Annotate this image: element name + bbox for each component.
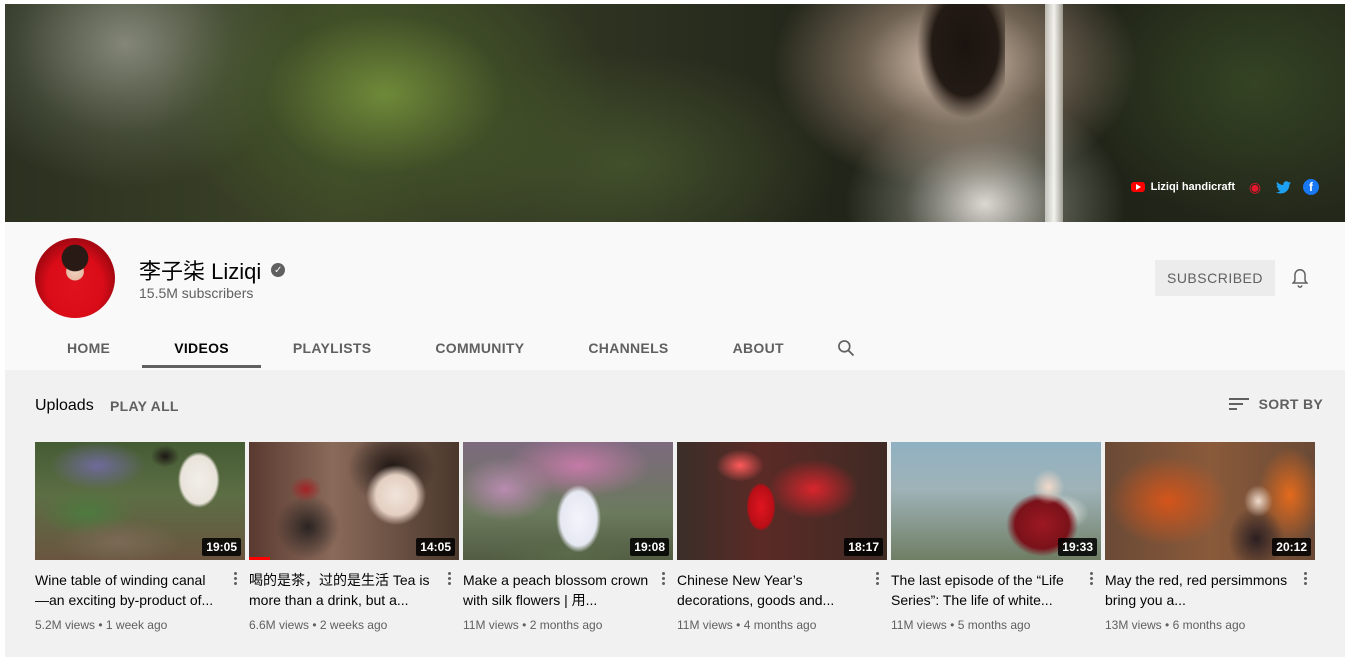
tab-home[interactable]: HOME [35,326,142,370]
meta-separator: • [312,618,317,632]
video-views: 11M views [891,618,947,632]
meta-separator: • [950,618,955,632]
facebook-icon[interactable]: f [1303,179,1319,195]
video-views: 5.2M views [35,618,96,632]
video-views: 6.6M views [249,618,310,632]
weibo-icon[interactable]: ◉ [1247,179,1263,195]
video-age: 2 weeks ago [319,618,388,632]
video-title[interactable]: The last episode of the “Life Series”: T… [891,570,1079,610]
channel-search-icon[interactable] [816,326,876,370]
meta-separator: • [522,618,527,632]
tab-videos[interactable]: VIDEOS [142,326,261,370]
video-duration: 19:33 [1058,538,1097,556]
video-age: 6 months ago [1172,618,1246,632]
video-meta: 5.2M views • 1 week ago [35,618,245,632]
video-duration: 19:08 [630,538,669,556]
video-age: 5 months ago [957,618,1031,632]
video-card[interactable]: 19:33 The last episode of the “Life Seri… [891,442,1101,632]
twitter-icon[interactable] [1275,179,1291,195]
meta-separator: • [1165,618,1170,632]
video-title[interactable]: May the red, red persimmons bring you a.… [1105,570,1293,610]
video-age: 2 months ago [529,618,603,632]
channel-title: 李子柒 Liziqi ✓ [139,254,286,286]
video-thumbnail[interactable]: 19:05 [35,442,245,560]
banner-link-youtube[interactable]: Liziqi handicraft [1130,181,1235,193]
channel-avatar[interactable] [35,238,115,318]
more-actions-icon[interactable] [657,568,669,588]
video-thumbnail[interactable]: 20:12 [1105,442,1315,560]
video-duration: 19:05 [202,538,241,556]
tab-community[interactable]: COMMUNITY [403,326,556,370]
tab-about[interactable]: ABOUT [701,326,816,370]
more-actions-icon[interactable] [1299,568,1311,588]
banner-link-label: Liziqi handicraft [1150,181,1235,193]
video-card[interactable]: 19:05 Wine table of winding canal —an ex… [35,442,245,632]
subscriber-count: 15.5M subscribers [139,285,254,301]
sort-by-button[interactable]: SORT BY [1228,396,1323,412]
video-title[interactable]: Make a peach blossom crown with silk flo… [463,570,651,610]
video-duration: 20:12 [1272,538,1311,556]
video-views: 11M views [463,618,519,632]
video-title[interactable]: Chinese New Year’s decorations, goods an… [677,570,865,610]
video-duration: 14:05 [416,538,455,556]
meta-separator: • [736,618,741,632]
sort-by-label: SORT BY [1258,396,1323,412]
youtube-icon [1130,182,1145,192]
banner-links: Liziqi handicraft ◉ f [1130,179,1319,195]
video-age: 4 months ago [743,618,817,632]
video-age: 1 week ago [105,618,168,632]
video-card[interactable]: 14:05 喝的是茶，过的是生活 Tea is more than a drin… [249,442,459,632]
banner-ribbon [1045,4,1063,222]
meta-separator: • [98,618,103,632]
more-actions-icon[interactable] [871,568,883,588]
channel-header: 李子柒 Liziqi ✓ 15.5M subscribers SUBSCRIBE… [5,222,1345,370]
video-card[interactable]: 20:12 May the red, red persimmons bring … [1105,442,1315,632]
videos-section: Uploads PLAY ALL SORT BY 19:05 Wine tabl… [5,370,1345,657]
more-actions-icon[interactable] [229,568,241,588]
video-thumbnail[interactable]: 14:05 [249,442,459,560]
tab-playlists[interactable]: PLAYLISTS [261,326,403,370]
video-meta: 11M views • 2 months ago [463,618,673,632]
channel-name: 李子柒 Liziqi [139,259,262,284]
more-actions-icon[interactable] [443,568,455,588]
video-title[interactable]: Wine table of winding canal —an exciting… [35,570,223,610]
video-views: 11M views [677,618,733,632]
channel-banner: Liziqi handicraft ◉ f [5,4,1345,222]
watch-progress-bar [249,557,270,560]
notification-bell-icon[interactable] [1289,266,1311,290]
subscribe-button[interactable]: SUBSCRIBED [1155,260,1275,296]
banner-figure [905,4,1005,144]
tab-channels[interactable]: CHANNELS [556,326,700,370]
play-all-button[interactable]: PLAY ALL [110,398,179,414]
more-actions-icon[interactable] [1085,568,1097,588]
video-meta: 13M views • 6 months ago [1105,618,1315,632]
verified-badge-icon: ✓ [271,263,286,277]
uploads-heading: Uploads [35,397,94,414]
video-meta: 6.6M views • 2 weeks ago [249,618,459,632]
video-duration: 18:17 [844,538,883,556]
video-thumbnail[interactable]: 19:08 [463,442,673,560]
channel-tabs: HOME VIDEOS PLAYLISTS COMMUNITY CHANNELS… [35,326,876,370]
video-card[interactable]: 19:08 Make a peach blossom crown with si… [463,442,673,632]
video-meta: 11M views • 4 months ago [677,618,887,632]
video-thumbnail[interactable]: 18:17 [677,442,887,560]
sort-icon [1228,397,1249,411]
video-title[interactable]: 喝的是茶，过的是生活 Tea is more than a drink, but… [249,570,437,610]
video-thumbnail[interactable]: 19:33 [891,442,1101,560]
video-views: 13M views [1105,618,1162,632]
video-grid: 19:05 Wine table of winding canal —an ex… [35,442,1315,632]
video-card[interactable]: 18:17 Chinese New Year’s decorations, go… [677,442,887,632]
video-meta: 11M views • 5 months ago [891,618,1101,632]
